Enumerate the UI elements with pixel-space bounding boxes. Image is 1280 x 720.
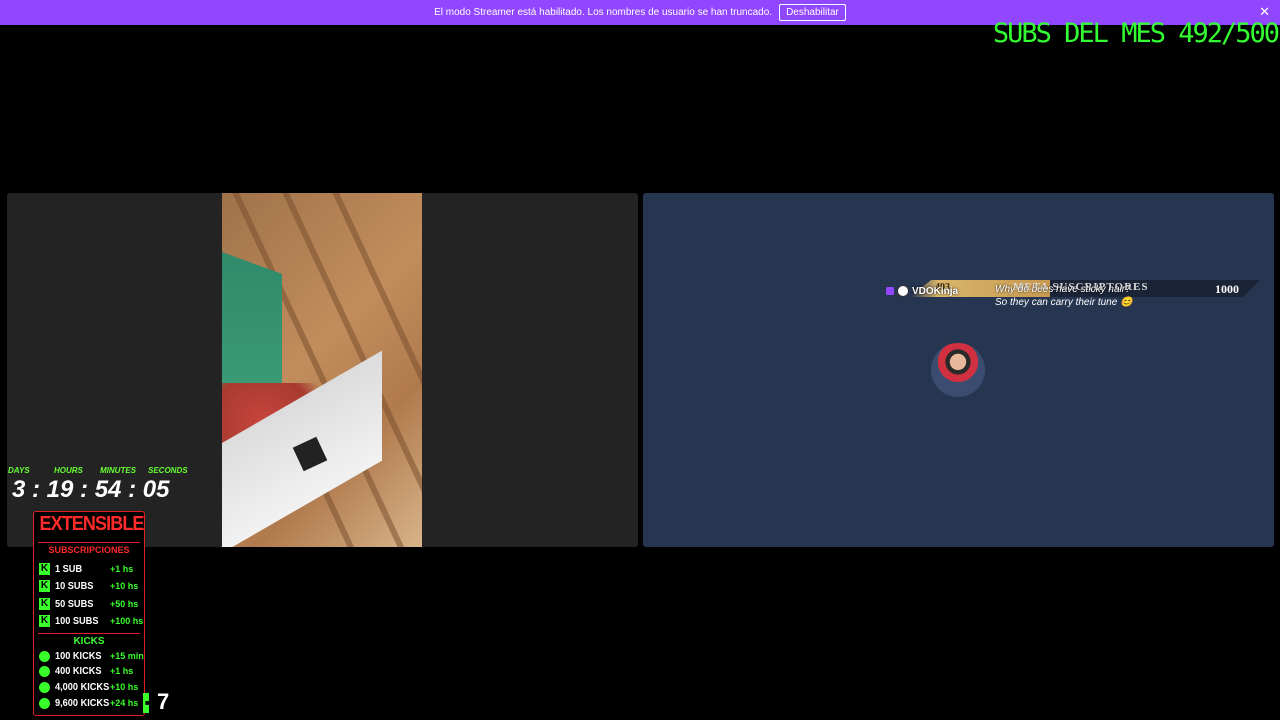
list-item: K 10 SUBS +10 hs [39, 580, 139, 592]
disable-streamer-mode-button[interactable]: Deshabilitar [779, 4, 846, 21]
subs-del-mes-counter: SUBS DEL MES 492/500 [992, 18, 1280, 49]
subs-header: SUBSCRIPCIONES [48, 545, 130, 555]
list-item: K 1 SUB +1 hs [39, 563, 134, 575]
list-item: 100 KICKS +15 min [39, 649, 144, 663]
kick-coin-icon [39, 697, 50, 709]
chat-message-line2: So they can carry their tune 😊 [995, 297, 1133, 308]
chat-username: VDOKinja [912, 285, 959, 297]
kick-k-icon: K [39, 615, 50, 627]
close-icon[interactable]: ✕ [1259, 5, 1270, 19]
timer-label-minutes: MINUTES [100, 466, 136, 475]
kick-coin-icon [39, 650, 50, 662]
chat-message-line1: Why do bees have sticky hair? [995, 284, 1131, 295]
bottom-counter: 7 [157, 689, 170, 714]
list-item: 9,600 KICKS +24 hs [39, 696, 138, 710]
green-fragment [143, 693, 149, 713]
countdown-timer: 3 : 19 : 54 : 05 [12, 476, 170, 503]
kick-k-icon: K [39, 563, 50, 575]
kick-k-icon: K [39, 580, 50, 592]
list-item: K 100 SUBS +100 hs [39, 615, 144, 627]
camera-video [222, 193, 422, 547]
timer-labels: DAYS HOURS MINUTES SECONDS [8, 466, 188, 475]
kicks-header: KICKS [73, 636, 105, 647]
avatar-tile[interactable]: 493 META SUSCRIPTORES 1000 VDOKinja Why … [643, 193, 1274, 547]
list-item: K 50 SUBS +50 hs [39, 598, 139, 610]
banner-message: El modo Streamer está habilitado. Los no… [434, 7, 773, 18]
kick-coin-icon [39, 665, 50, 677]
timer-label-days: DAYS [8, 466, 30, 475]
extensible-title: EXTENSIBLE [39, 513, 145, 535]
chat-user-row: VDOKinja [886, 285, 958, 297]
list-item: 4,000 KICKS +10 hs [39, 680, 138, 694]
kick-k-icon: K [39, 598, 50, 610]
timer-label-seconds: SECONDS [148, 466, 188, 475]
kick-coin-icon [39, 681, 50, 693]
divider [38, 542, 140, 543]
timer-label-hours: HOURS [54, 466, 83, 475]
extensible-panel: EXTENSIBLE SUBSCRIPCIONES K 1 SUB +1 hs … [33, 511, 145, 716]
twitch-icon [886, 287, 894, 295]
list-item: 400 KICKS +1 hs [39, 664, 133, 678]
divider [38, 633, 140, 634]
user-badge-icon [897, 285, 909, 297]
goal-target: 1000 [1215, 282, 1239, 296]
avatar [931, 343, 985, 397]
